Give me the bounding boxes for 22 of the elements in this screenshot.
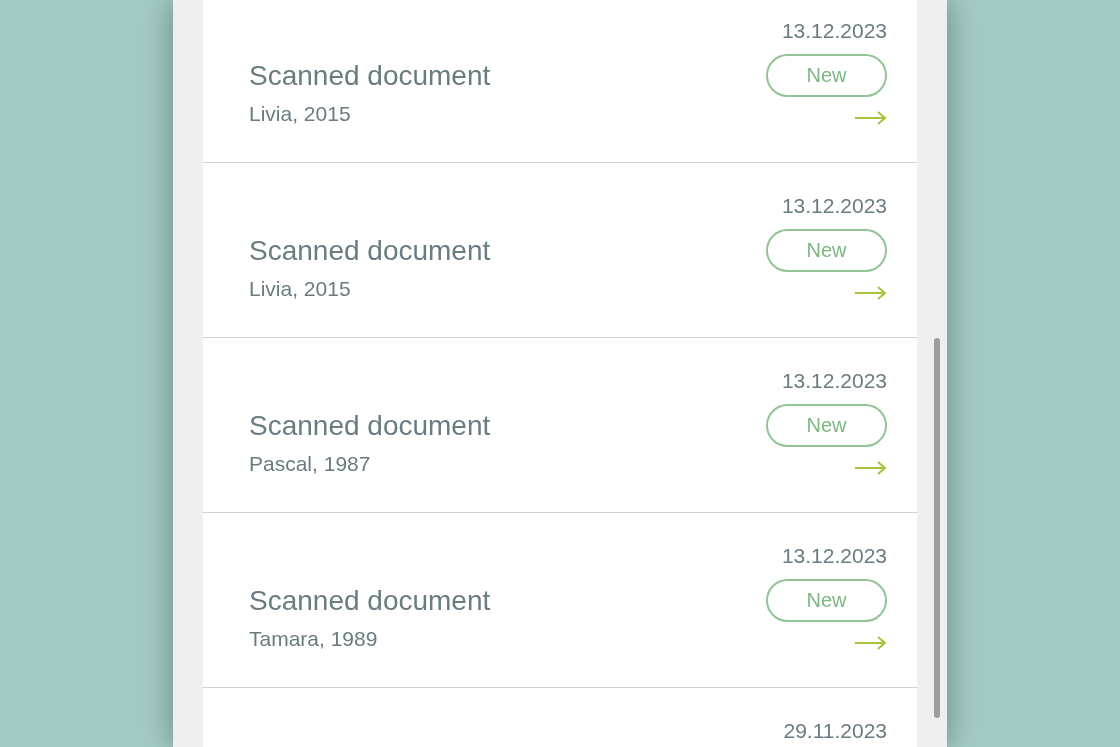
document-title: Scanned document: [249, 59, 491, 93]
document-date: 29.11.2023: [783, 718, 887, 744]
scrollbar[interactable]: [934, 338, 940, 718]
arrow-right-icon[interactable]: [855, 111, 887, 125]
document-author-year: Tamara, 1989: [249, 626, 378, 652]
document-author-year: Pascal, 1987: [249, 451, 371, 477]
arrow-right-icon[interactable]: [855, 286, 887, 300]
document-title: Scanned document: [249, 234, 491, 268]
document-date: 13.12.2023: [781, 543, 887, 569]
arrow-right-icon[interactable]: [855, 636, 887, 650]
document-date: 13.12.2023: [781, 368, 887, 394]
document-date: 13.12.2023: [781, 18, 887, 44]
document-title: Scanned document: [249, 409, 491, 443]
document-date: 13.12.2023: [781, 193, 887, 219]
document-author-year: Livia, 2015: [249, 101, 351, 127]
status-badge: New: [766, 579, 887, 622]
status-badge: New: [766, 404, 887, 447]
status-badge: New: [766, 229, 887, 272]
status-badge: New: [766, 54, 887, 97]
arrow-right-icon[interactable]: [855, 461, 887, 475]
document-title: Scanned document: [249, 584, 491, 618]
document-author-year: Livia, 2015: [249, 276, 351, 302]
